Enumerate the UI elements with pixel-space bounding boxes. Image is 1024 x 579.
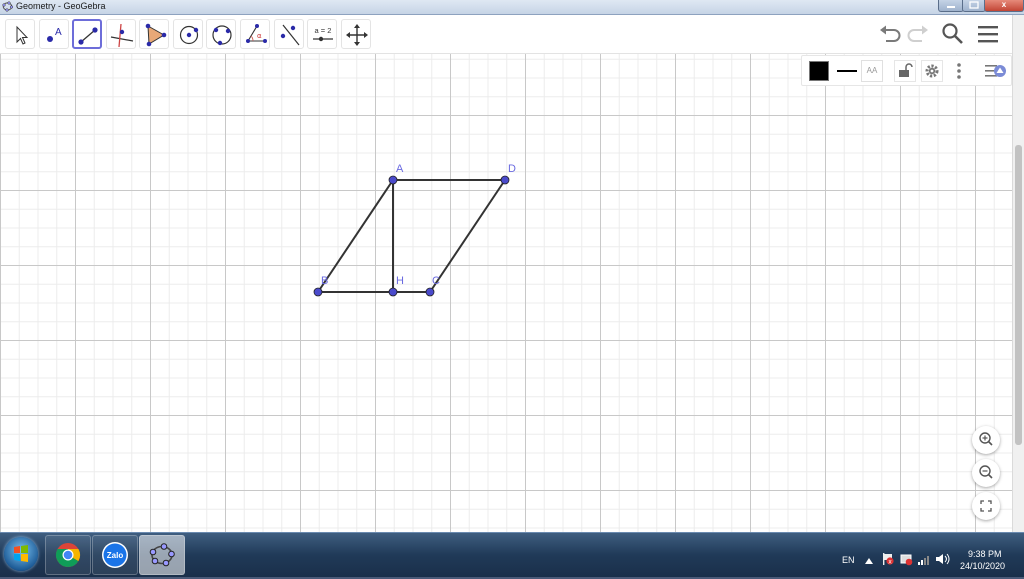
toggle-style-bar-button[interactable] (983, 60, 1007, 82)
gear-icon (925, 64, 939, 78)
minimize-icon (947, 6, 955, 8)
volume-icon[interactable] (935, 552, 951, 566)
fullscreen-button[interactable] (972, 492, 1000, 520)
close-button[interactable]: x (984, 0, 1024, 12)
taskbar-geogebra[interactable] (139, 535, 185, 575)
zoom-in-icon (979, 432, 993, 446)
segment-tool[interactable] (72, 19, 102, 49)
angle-tool[interactable]: α (240, 19, 270, 49)
segment-cd[interactable] (429, 179, 506, 293)
search-icon[interactable] (940, 22, 966, 46)
action-center-flag-icon[interactable]: x (881, 552, 895, 566)
style-bar-toggle-icon (985, 65, 1006, 77)
restore-icon (969, 1, 979, 9)
line-style-icon (837, 70, 857, 72)
slider-icon: a = 2 (313, 26, 333, 42)
circle-tool[interactable] (173, 19, 203, 49)
reflect-line-icon (280, 24, 300, 46)
window-title: Geometry - GeoGebra (16, 1, 106, 11)
windows-logo-icon (14, 545, 28, 562)
taskbar: Zalo EN x 9:38 PM 24/10/2020 (0, 532, 1024, 577)
circle-through-points-tool[interactable] (206, 19, 236, 49)
undo-icon[interactable] (877, 22, 903, 46)
geometry-canvas[interactable]: A D B H C (0, 54, 1012, 532)
point-label-h: H (396, 275, 404, 287)
cursor-arrow-icon (16, 25, 29, 45)
move-graphics-view-tool[interactable] (341, 19, 371, 49)
segment-ab[interactable] (317, 179, 394, 293)
taskbar-zalo[interactable]: Zalo (92, 535, 138, 575)
color-swatch-icon (809, 61, 829, 81)
point-label-d: D (508, 163, 516, 175)
text-size-icon: AA (866, 66, 878, 75)
angle-icon: α (246, 24, 267, 43)
point-label-c: C (432, 275, 440, 287)
color-button[interactable] (808, 60, 830, 82)
taskbar-chrome[interactable] (45, 535, 91, 575)
start-button[interactable] (4, 537, 38, 571)
geogebra-app-icon (2, 1, 13, 12)
point-tool[interactable]: A (39, 19, 69, 49)
chrome-icon (55, 543, 81, 568)
reflect-tool[interactable] (274, 19, 304, 49)
menu-icon[interactable] (975, 22, 1001, 46)
geogebra-icon (149, 543, 175, 567)
clock-time[interactable]: 9:38 PM (968, 549, 1002, 559)
lock-icon (899, 63, 913, 77)
fullscreen-icon (980, 500, 992, 512)
minimize-button[interactable] (938, 0, 964, 12)
point-tool-label: A (55, 27, 62, 38)
device-icon[interactable] (899, 552, 913, 566)
text-size-button[interactable]: AA (861, 60, 883, 82)
segment-icon (78, 27, 98, 45)
close-icon: x (1001, 0, 1007, 9)
svg-text:x: x (888, 559, 892, 566)
zoom-out-button[interactable] (972, 459, 1000, 487)
language-indicator[interactable]: EN (842, 555, 855, 565)
point-d[interactable] (500, 175, 510, 185)
polygon-tool[interactable] (139, 19, 169, 49)
polygon-icon (145, 23, 167, 47)
window-title-bar: Geometry - GeoGebra x (0, 0, 1024, 15)
point-c[interactable] (425, 287, 435, 297)
zoom-out-icon (979, 465, 993, 479)
perpendicular-line-tool[interactable] (106, 19, 136, 49)
network-signal-icon[interactable] (917, 552, 933, 566)
point-label-a: A (396, 163, 404, 175)
slider-tool-label: a = 2 (315, 26, 332, 35)
circle-center-icon (179, 25, 199, 45)
vertical-scrollbar[interactable] (1012, 15, 1024, 532)
redo-icon[interactable] (905, 22, 931, 46)
zoom-in-button[interactable] (972, 426, 1000, 454)
move-tool[interactable] (5, 19, 35, 49)
clock-date[interactable]: 24/10/2020 (960, 561, 1005, 571)
point-label-b: B (321, 275, 328, 287)
zalo-label: Zalo (107, 551, 124, 560)
move-arrows-icon (346, 24, 368, 46)
zalo-icon: Zalo (102, 542, 128, 568)
angle-tool-label: α (257, 32, 262, 40)
more-options-button[interactable] (952, 60, 966, 82)
more-vertical-icon (957, 63, 961, 79)
slider-tool[interactable]: a = 2 (307, 19, 337, 49)
tool-bar: A α a = 2 (0, 15, 1012, 54)
circle-three-points-icon (212, 25, 232, 46)
graphics-view[interactable]: A D B H C (0, 54, 1012, 532)
style-bar: AA (801, 55, 1012, 86)
point-h[interactable] (388, 287, 398, 297)
point-a[interactable] (388, 175, 398, 185)
line-style-button[interactable] (835, 60, 859, 82)
maximize-button[interactable] (962, 0, 986, 12)
point-b[interactable] (313, 287, 323, 297)
point-a-icon: A (47, 27, 62, 42)
settings-button[interactable] (921, 60, 943, 82)
show-hidden-icons-icon[interactable] (864, 556, 874, 566)
perpendicular-lines-icon (110, 23, 134, 48)
scrollbar-thumb[interactable] (1015, 145, 1022, 445)
lock-button[interactable] (894, 60, 916, 82)
